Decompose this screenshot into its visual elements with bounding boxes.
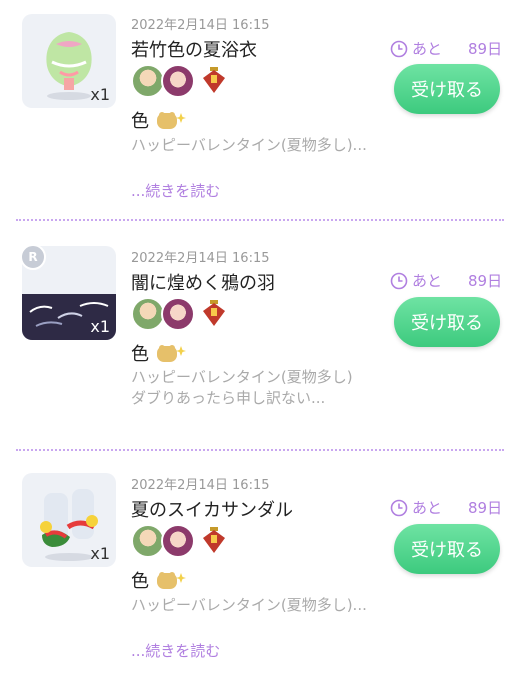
color-row: 色 (131, 567, 187, 593)
clock-icon (390, 272, 408, 289)
color-swatch-icon (157, 572, 186, 589)
color-swatch-icon (157, 345, 186, 362)
avatar (131, 64, 165, 98)
receive-button[interactable]: 受け取る (394, 524, 500, 574)
avatar (161, 524, 195, 558)
item-quantity: x1 (90, 317, 110, 336)
color-row: 色 (131, 107, 187, 133)
sender-avatars (131, 297, 227, 331)
item-quantity: x1 (90, 544, 110, 563)
remaining-time: あと 89日 (390, 270, 502, 291)
lantern-icon (203, 527, 225, 553)
remaining-days: 89日 (468, 499, 503, 517)
item-description: ハッピーバレンタイン(夏物多し)... (131, 596, 367, 614)
item-quantity: x1 (90, 85, 110, 104)
remaining-label: あと (412, 40, 443, 58)
remaining-time: あと 89日 (390, 38, 502, 59)
item-thumbnail: x1 (22, 473, 116, 567)
avatar (131, 297, 165, 331)
remaining-days: 89日 (468, 272, 503, 290)
clock-icon (390, 40, 408, 57)
receive-button[interactable]: 受け取る (394, 297, 500, 347)
clock-icon (390, 499, 408, 516)
item-date: 2022年2月14日 16:15 (131, 251, 270, 266)
remaining-days: 89日 (468, 40, 503, 58)
avatar (131, 524, 165, 558)
lantern-icon (203, 67, 225, 93)
color-swatch-icon (157, 112, 186, 129)
read-more-link[interactable]: ...続きを読む (131, 180, 220, 201)
item-title: 闇に煌めく鴉の羽 (131, 273, 275, 294)
item-date: 2022年2月14日 16:15 (131, 18, 270, 33)
remaining-label: あと (412, 272, 443, 290)
sender-avatars (131, 64, 227, 98)
rarity-badge: R (20, 244, 46, 270)
remaining-time: あと 89日 (390, 497, 502, 518)
item-date: 2022年2月14日 16:15 (131, 478, 270, 493)
color-label: 色 (131, 571, 149, 592)
item-title: 夏のスイカサンダル (131, 500, 293, 521)
item-title: 若竹色の夏浴衣 (131, 40, 257, 61)
sender-avatars (131, 524, 227, 558)
color-label: 色 (131, 111, 149, 132)
divider (16, 219, 504, 221)
divider (16, 449, 504, 451)
item-description: ハッピーバレンタイン(夏物多し) ダブりあったら申し訳ない... (131, 368, 353, 407)
receive-button[interactable]: 受け取る (394, 64, 500, 114)
read-more-link[interactable]: ...続きを読む (131, 640, 220, 661)
color-label: 色 (131, 344, 149, 365)
color-row: 色 (131, 340, 187, 366)
item-thumbnail: x1 (22, 14, 116, 108)
avatar (161, 297, 195, 331)
lantern-icon (203, 300, 225, 326)
item-description: ハッピーバレンタイン(夏物多し)... (131, 136, 367, 154)
avatar (161, 64, 195, 98)
remaining-label: あと (412, 499, 443, 517)
